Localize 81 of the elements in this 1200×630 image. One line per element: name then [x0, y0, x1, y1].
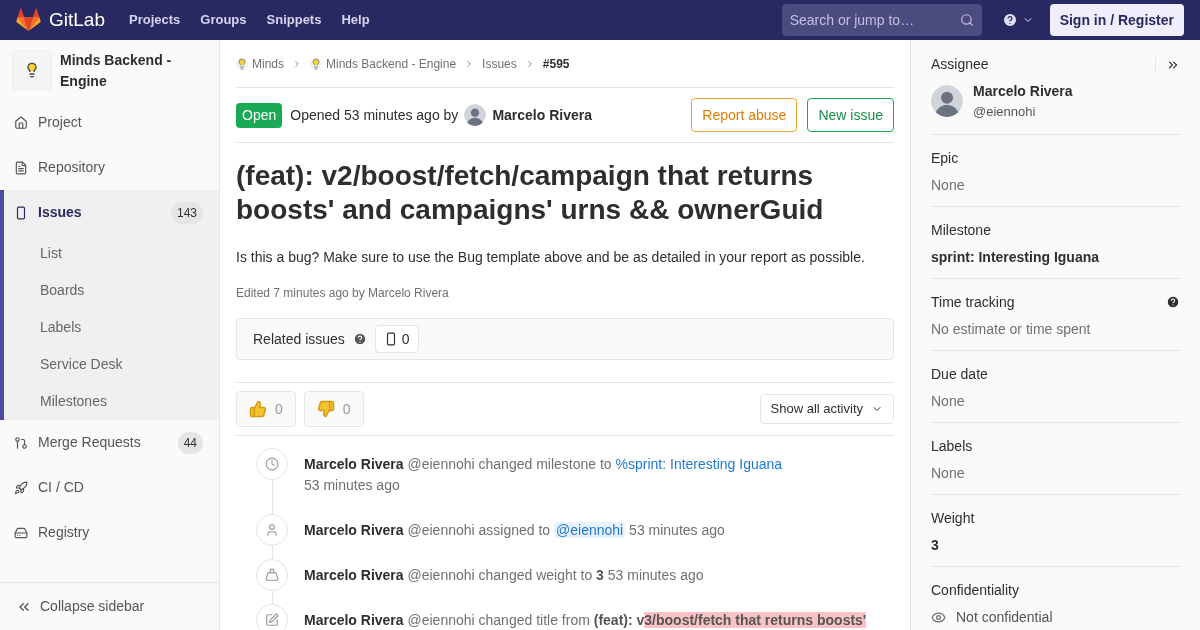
- assignee-name[interactable]: Marcelo Rivera: [973, 81, 1073, 102]
- sidebar-item[interactable]: CI / CD: [4, 465, 219, 510]
- block-title: Assignee: [931, 55, 990, 74]
- project-name[interactable]: Minds Backend - Engine: [60, 50, 207, 92]
- block-value: No estimate or time spent: [931, 319, 1091, 339]
- activity-filter-dropdown[interactable]: Show all activity: [759, 394, 894, 424]
- help-icon[interactable]: [352, 332, 367, 346]
- block-title: Labels: [931, 436, 974, 456]
- block-value: None: [931, 463, 965, 483]
- thumbs-up-icon: [249, 400, 267, 418]
- search-icon: [959, 13, 974, 27]
- pencil-icon: [265, 613, 279, 627]
- collapse-sidebar-button[interactable]: Collapse sidebar: [0, 582, 219, 630]
- nav-link[interactable]: Projects: [129, 10, 181, 30]
- lightbulb-icon: [24, 62, 40, 78]
- related-issues-label: Related issues: [253, 329, 345, 349]
- block-title: Confidentiality: [931, 580, 1020, 600]
- timeline-note: Marcelo Rivera @eiennohi changed milestone to %sprint: Interesting Iguana: [304, 455, 783, 474]
- block-title: Milestone: [931, 220, 992, 240]
- new-issue-button[interactable]: New issue: [807, 98, 894, 132]
- status-badge: Open: [236, 102, 283, 128]
- sidebar-subitem[interactable]: Boards: [4, 272, 219, 309]
- fox-logo-icon: [16, 8, 41, 32]
- person-icon: [265, 523, 279, 537]
- lightbulb-icon: [236, 57, 248, 70]
- block-title: Due date: [931, 364, 989, 384]
- breadcrumb-link[interactable]: #595: [542, 54, 570, 73]
- sidebar-item[interactable]: Merge Requests 44: [4, 420, 219, 465]
- timeline-note: Marcelo Rivera @eiennohi assigned to @eiennohi 53 minutes ago: [304, 521, 725, 540]
- search-field[interactable]: Search or jump to…: [781, 4, 982, 36]
- help-dropdown[interactable]: [1001, 12, 1034, 28]
- thumbs-down-icon: [316, 400, 335, 418]
- lightbulb-icon: [310, 57, 322, 70]
- sidebar-item[interactable]: Project: [4, 100, 219, 145]
- timeline-note: Marcelo Rivera @eiennohi changed title from (feat): v3/boost/fetch that returns boosts': [304, 611, 867, 630]
- block-value: None: [931, 391, 965, 411]
- sign-in-button[interactable]: Sign in / Register: [1049, 4, 1184, 36]
- sidebar-subitem[interactable]: Labels: [4, 309, 219, 346]
- block-title: Weight: [931, 508, 976, 528]
- assignee-handle: @eiennohi: [973, 103, 1037, 121]
- edited-text: Edited 7 minutes ago by Marcelo Rivera: [236, 285, 450, 302]
- sidebar-subitem[interactable]: Service Desk: [4, 346, 219, 383]
- avatar-silhouette: [931, 85, 963, 118]
- sidebar-item[interactable]: Issues 143: [4, 190, 219, 235]
- help-icon[interactable]: [1166, 295, 1180, 309]
- chevron-icon: [292, 58, 302, 69]
- sidebar-item[interactable]: Registry: [4, 510, 219, 555]
- count-badge: 143: [170, 201, 203, 224]
- nav-link[interactable]: Snippets: [266, 10, 322, 30]
- related-count: 0: [374, 325, 419, 353]
- help-icon: [1001, 12, 1018, 28]
- clock-icon: [265, 457, 279, 471]
- issue-title: (feat): v2/boost/fetch/campaign that returns boosts' and campaigns' urns && ownerGuid: [236, 159, 825, 227]
- merge-icon: [14, 435, 28, 450]
- sidebar-subitem[interactable]: Milestones: [4, 383, 219, 420]
- nav-link[interactable]: Groups: [200, 10, 247, 30]
- milestone-link[interactable]: %sprint: Interesting Iguana: [615, 456, 783, 472]
- issue-description: Is this a bug? Make sure to use the Bug template above and be as detailed in your report as possible.: [236, 248, 866, 267]
- opened-text: Opened 53 minutes ago by: [290, 105, 459, 125]
- eye-icon: [931, 609, 946, 625]
- timeline-note: Marcelo Rivera @eiennohi changed weight to 3 53 minutes ago: [304, 566, 704, 585]
- block-title: Time tracking: [931, 292, 1016, 312]
- block-value: Not confidential: [956, 607, 1053, 627]
- user-mention[interactable]: @eiennohi: [554, 522, 626, 538]
- weight-icon: [265, 568, 279, 582]
- brand-name[interactable]: GitLab: [49, 5, 105, 35]
- block-title: Epic: [931, 148, 960, 168]
- count-badge: 44: [177, 431, 203, 454]
- block-value: sprint: Interesting Iguana: [931, 247, 1099, 267]
- sidebar-subitem[interactable]: List: [4, 235, 219, 272]
- block-value: 3: [931, 535, 939, 555]
- block-value: None: [931, 175, 965, 195]
- breadcrumb-link[interactable]: Minds Backend - Engine: [310, 54, 457, 73]
- sidebar-item[interactable]: Repository: [4, 145, 219, 190]
- note-time: 53 minutes ago: [304, 476, 401, 495]
- avatar-silhouette: [464, 104, 487, 126]
- project-avatar[interactable]: [12, 50, 52, 90]
- author-name[interactable]: Marcelo Rivera: [492, 104, 592, 126]
- nav-link[interactable]: Help: [341, 10, 370, 30]
- breadcrumb-link[interactable]: Issues: [482, 54, 517, 73]
- breadcrumb-link[interactable]: Minds: [236, 54, 284, 73]
